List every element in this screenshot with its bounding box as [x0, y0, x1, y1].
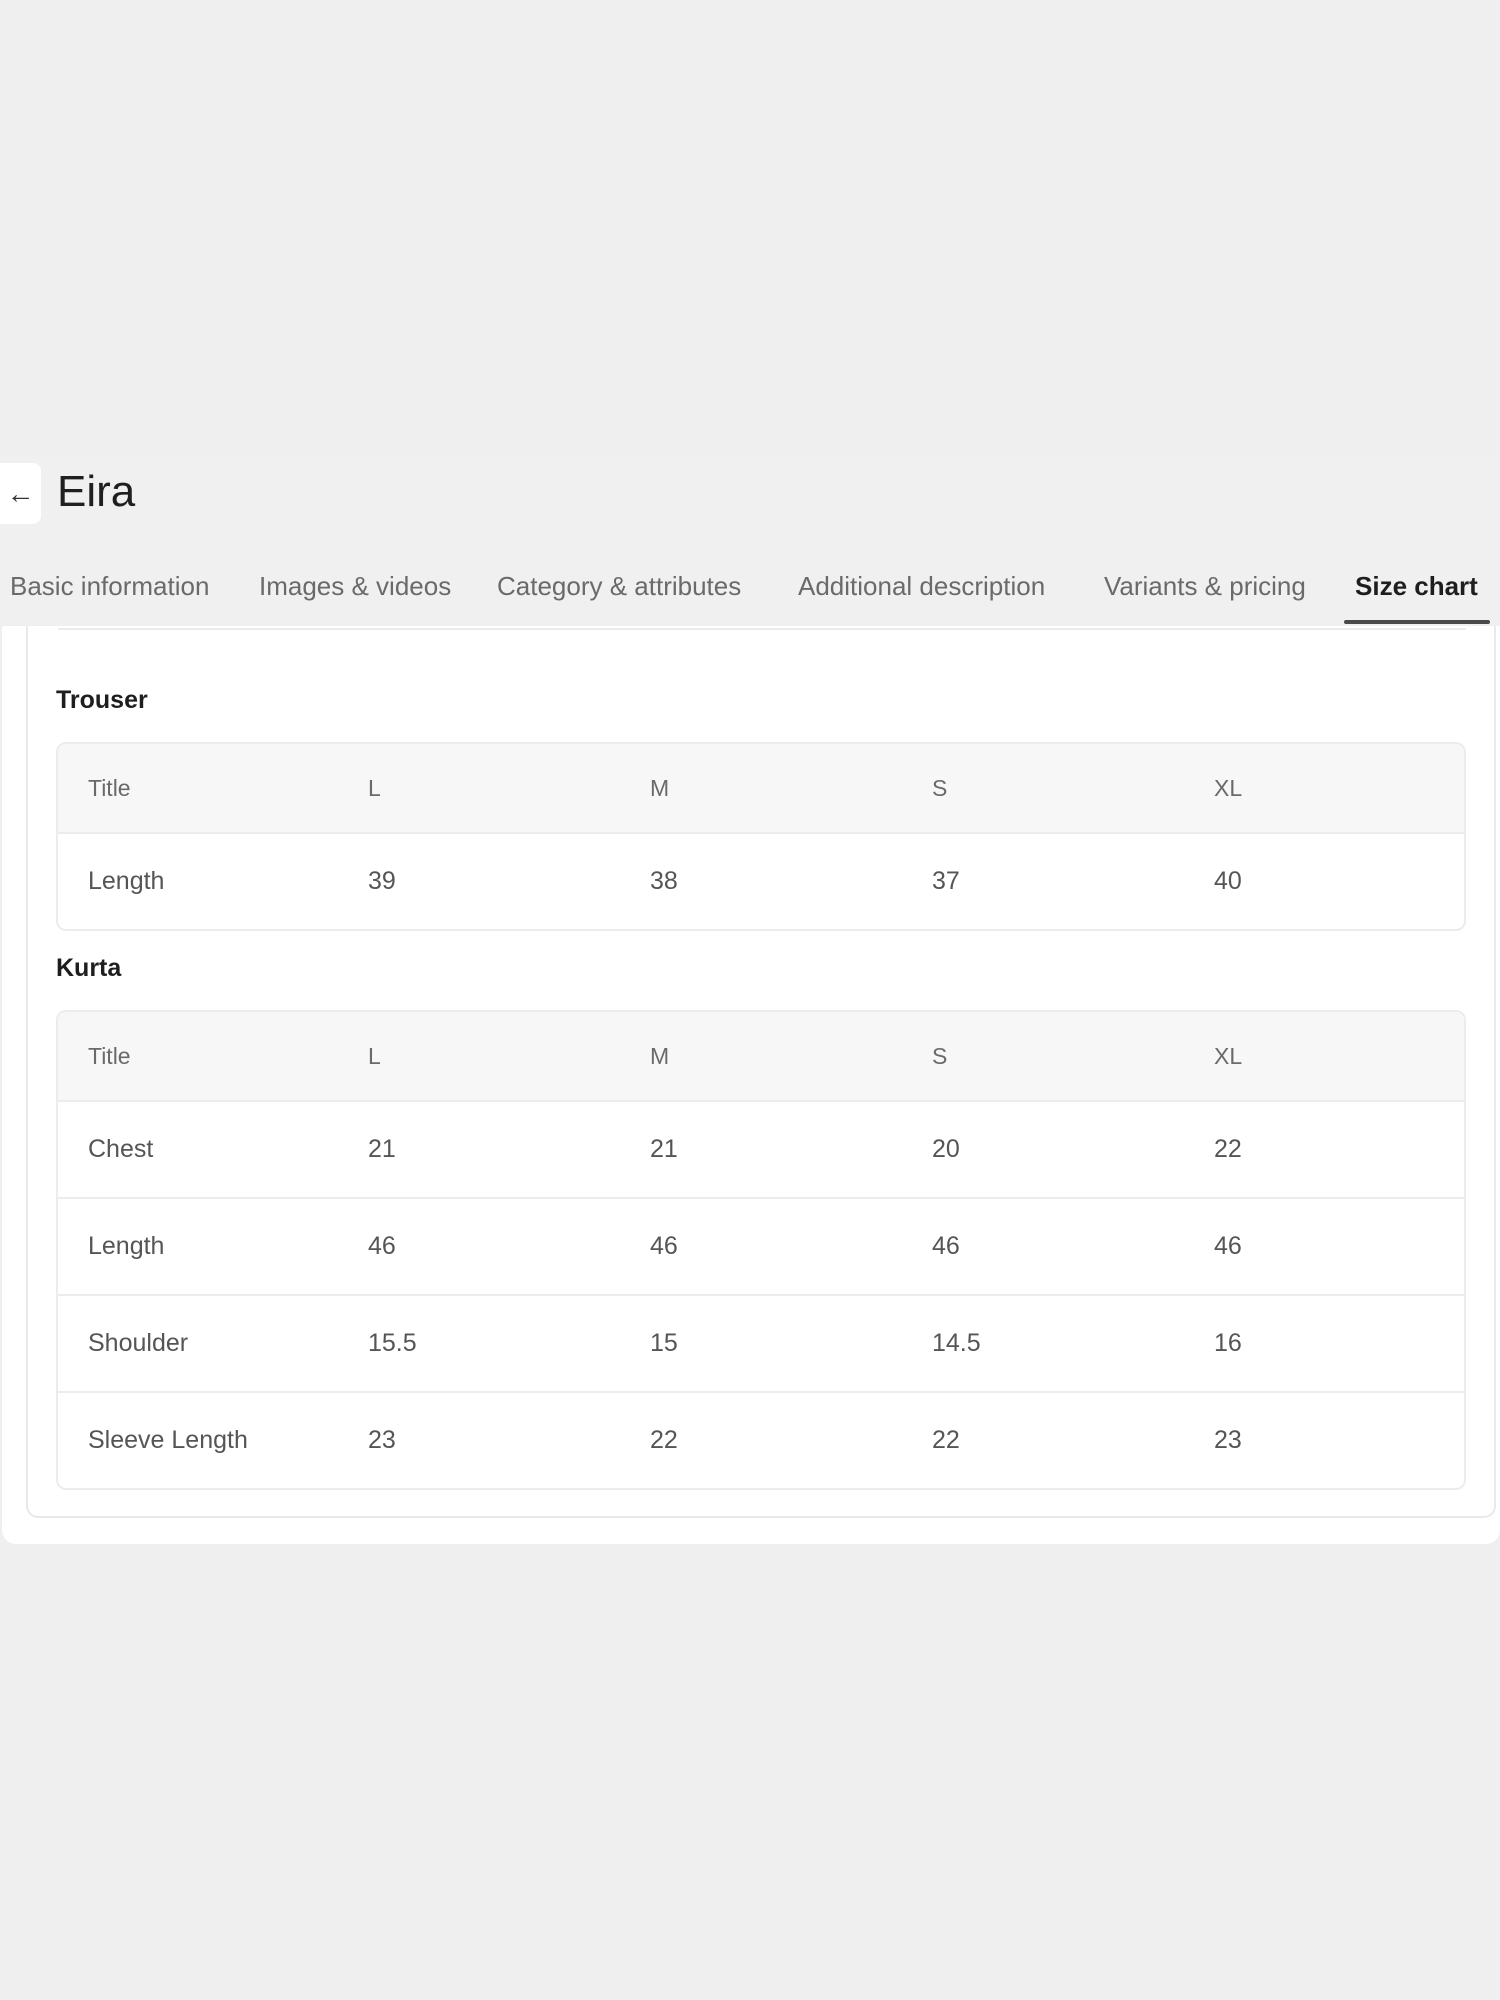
trouser-section-title: Trouser [56, 686, 148, 714]
active-tab-indicator [1344, 620, 1490, 624]
table-cell: 22 [650, 1426, 678, 1454]
table-row: Chest 21 21 20 22 [58, 1101, 1464, 1199]
table-row: Shoulder 15.5 15 14.5 16 [58, 1295, 1464, 1393]
column-header: S [902, 744, 1184, 834]
table-cell: 37 [932, 867, 960, 895]
column-header: Title [58, 1012, 338, 1102]
table-cell: 14.5 [902, 1295, 1184, 1393]
tab-size-chart[interactable]: Size chart [1355, 562, 1478, 624]
tab-images-videos[interactable]: Images & videos [259, 562, 451, 624]
table-cell: 15 [620, 1295, 902, 1393]
tab-variants-pricing[interactable]: Variants & pricing [1104, 562, 1306, 624]
page: ← Eira Basic information Images & videos… [0, 0, 1500, 2000]
kurta-size-table: Title L M S XL Chest 21 21 20 22 Length [56, 1010, 1466, 1490]
table-cell: 22 [932, 1426, 960, 1454]
measurement-label: Shoulder [58, 1295, 338, 1393]
table-cell: 23 [368, 1426, 396, 1454]
table-header-row: Title L M S XL [58, 744, 1464, 834]
table-cell: 46 [338, 1198, 620, 1296]
column-header: XL [1184, 744, 1464, 834]
table-cell: 22 [1184, 1101, 1464, 1199]
table-cell: 20 [902, 1101, 1184, 1199]
measurement-label: Length [58, 1198, 338, 1296]
table-cell: 21 [620, 1101, 902, 1199]
tab-bar: Basic information Images & videos Catego… [0, 562, 1500, 624]
tab-basic-information[interactable]: Basic information [10, 562, 209, 624]
back-button[interactable]: ← [0, 463, 41, 524]
arrow-left-icon: ← [6, 477, 35, 509]
table-row: Sleeve Length 23 22 22 23 [58, 1392, 1464, 1488]
table-cell: 38 [650, 867, 678, 895]
table-header-row: Title L M S XL [58, 1012, 1464, 1102]
table-cell: 46 [1184, 1198, 1464, 1296]
measurement-label: Length [88, 867, 165, 895]
column-header: M [620, 1012, 902, 1102]
column-header: Title [58, 744, 338, 834]
table-cell: 46 [620, 1198, 902, 1296]
table-cell: 23 [1214, 1426, 1242, 1454]
column-header: M [620, 744, 902, 834]
table-row: Length 39 38 37 40 [58, 833, 1464, 929]
column-header: L [338, 1012, 620, 1102]
table-cell: 16 [1184, 1295, 1464, 1393]
tab-additional-description[interactable]: Additional description [798, 562, 1045, 624]
table-cell: 39 [368, 867, 396, 895]
trouser-size-table: Title L M S XL Length 39 38 37 40 [56, 742, 1466, 931]
kurta-section-title: Kurta [56, 954, 122, 982]
divider [58, 628, 1466, 630]
column-header: XL [1184, 1012, 1464, 1102]
table-cell: 15.5 [338, 1295, 620, 1393]
table-cell: 46 [902, 1198, 1184, 1296]
tab-category-attributes[interactable]: Category & attributes [497, 562, 741, 624]
column-header: S [902, 1012, 1184, 1102]
measurement-label: Sleeve Length [88, 1426, 248, 1454]
table-cell: 40 [1214, 867, 1242, 895]
measurement-label: Chest [58, 1101, 338, 1199]
table-row: Length 46 46 46 46 [58, 1198, 1464, 1296]
column-header: L [338, 744, 620, 834]
table-cell: 21 [338, 1101, 620, 1199]
page-title: Eira [57, 467, 136, 516]
